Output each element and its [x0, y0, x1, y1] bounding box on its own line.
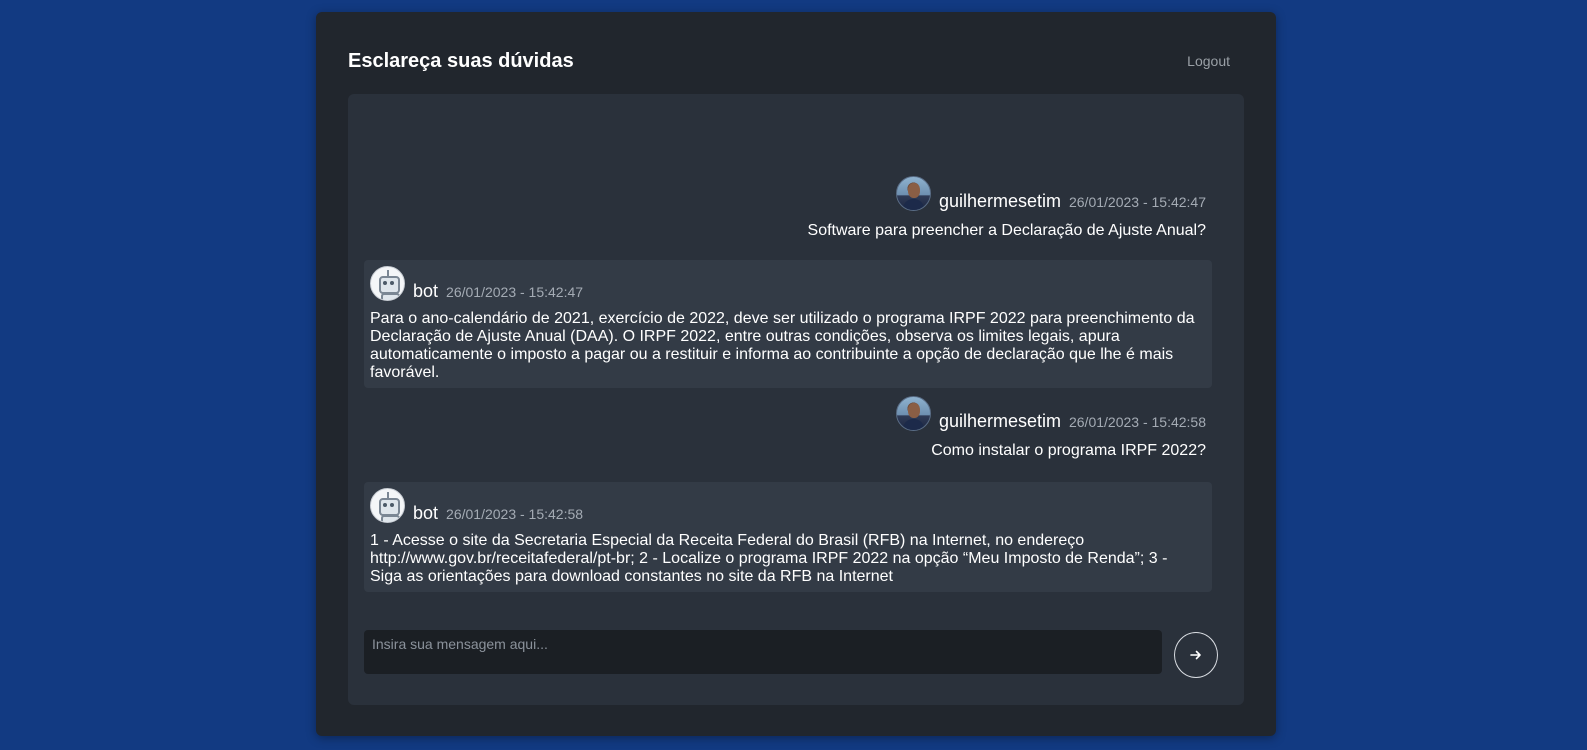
user-message: guilhermesetim 26/01/2023 - 15:42:58 Com… [364, 396, 1212, 482]
bot-avatar [370, 488, 405, 523]
user-avatar [895, 396, 931, 431]
message-text: Para o ano-calendário de 2021, exercício… [370, 310, 1195, 381]
bot-message: bot 26/01/2023 - 15:42:47 Para o ano-cal… [364, 260, 1212, 388]
header: Esclareça suas dúvidas Logout [348, 48, 1230, 74]
user-message: guilhermesetim 26/01/2023 - 15:42:47 Sof… [364, 176, 1212, 260]
sender-name: bot [413, 281, 439, 301]
message-meta: guilhermesetim 26/01/2023 - 15:42:58 [364, 396, 1206, 432]
message-list[interactable]: guilhermesetim 26/01/2023 - 15:42:47 Sof… [364, 176, 1212, 600]
logout-link[interactable]: Logout [1187, 53, 1230, 69]
message-input[interactable] [364, 630, 1162, 674]
message-meta: guilhermesetim 26/01/2023 - 15:42:47 [364, 176, 1206, 212]
message-text: Como instalar o programa IRPF 2022? [931, 442, 1206, 459]
message-timestamp: 26/01/2023 - 15:42:58 [446, 506, 584, 522]
user-avatar [895, 176, 931, 211]
message-text: Software para preencher a Declaração de … [807, 222, 1206, 239]
arrow-right-icon [1190, 650, 1201, 660]
send-button[interactable] [1174, 632, 1218, 678]
page-title: Esclareça suas dúvidas [348, 49, 574, 72]
message-text: 1 - Acesse o site da Secretaria Especial… [370, 532, 1168, 585]
message-timestamp: 26/01/2023 - 15:42:58 [1068, 414, 1206, 430]
message-meta: bot 26/01/2023 - 15:42:58 [370, 488, 1206, 524]
message-timestamp: 26/01/2023 - 15:42:47 [1068, 194, 1206, 210]
chat-panel: guilhermesetim 26/01/2023 - 15:42:47 Sof… [348, 94, 1244, 705]
sender-name: guilhermesetim [938, 411, 1061, 431]
chat-window: Esclareça suas dúvidas Logout guilhermes… [316, 12, 1276, 736]
message-composer [364, 630, 1218, 678]
bot-message: bot 26/01/2023 - 15:42:58 1 - Acesse o s… [364, 482, 1212, 592]
sender-name: bot [413, 503, 439, 523]
sender-name: guilhermesetim [938, 191, 1061, 211]
bot-avatar [370, 266, 405, 301]
message-timestamp: 26/01/2023 - 15:42:47 [446, 284, 584, 300]
message-meta: bot 26/01/2023 - 15:42:47 [370, 266, 1206, 302]
